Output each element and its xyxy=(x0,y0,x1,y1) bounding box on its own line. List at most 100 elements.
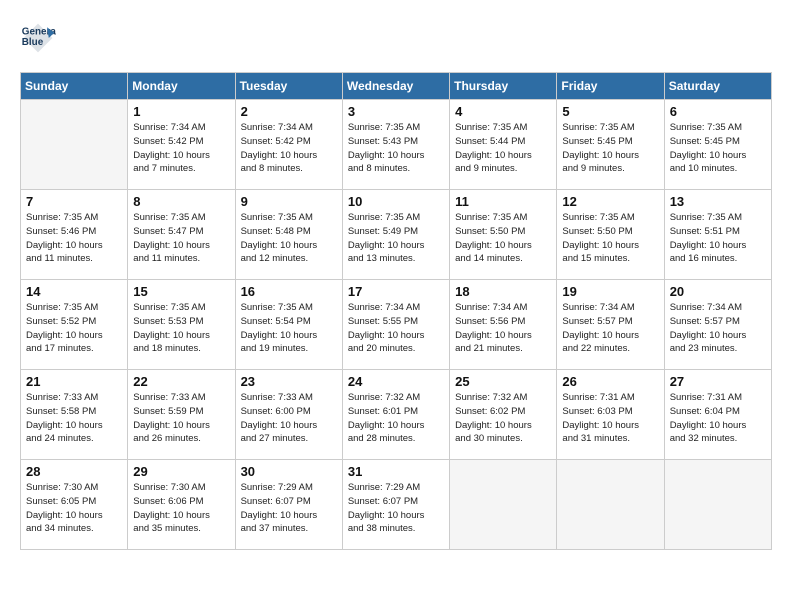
calendar-cell: 17 Sunrise: 7:34 AM Sunset: 5:55 PM Dayli… xyxy=(342,280,449,370)
day-info: Sunrise: 7:33 AM Sunset: 5:58 PM Dayligh… xyxy=(26,391,122,446)
day-number: 24 xyxy=(348,374,444,389)
calendar-cell: 26 Sunrise: 7:31 AM Sunset: 6:03 PM Dayli… xyxy=(557,370,664,460)
day-number: 29 xyxy=(133,464,229,479)
day-info: Sunrise: 7:29 AM Sunset: 6:07 PM Dayligh… xyxy=(348,481,444,536)
calendar-cell: 7 Sunrise: 7:35 AM Sunset: 5:46 PM Daylig… xyxy=(21,190,128,280)
weekday-header: Wednesday xyxy=(342,73,449,100)
calendar-cell: 19 Sunrise: 7:34 AM Sunset: 5:57 PM Dayli… xyxy=(557,280,664,370)
day-info: Sunrise: 7:35 AM Sunset: 5:49 PM Dayligh… xyxy=(348,211,444,266)
calendar-cell: 14 Sunrise: 7:35 AM Sunset: 5:52 PM Dayli… xyxy=(21,280,128,370)
calendar-cell: 11 Sunrise: 7:35 AM Sunset: 5:50 PM Dayli… xyxy=(450,190,557,280)
calendar-cell: 16 Sunrise: 7:35 AM Sunset: 5:54 PM Dayli… xyxy=(235,280,342,370)
day-info: Sunrise: 7:34 AM Sunset: 5:57 PM Dayligh… xyxy=(562,301,658,356)
day-info: Sunrise: 7:35 AM Sunset: 5:50 PM Dayligh… xyxy=(562,211,658,266)
day-info: Sunrise: 7:35 AM Sunset: 5:47 PM Dayligh… xyxy=(133,211,229,266)
day-number: 18 xyxy=(455,284,551,299)
day-info: Sunrise: 7:31 AM Sunset: 6:04 PM Dayligh… xyxy=(670,391,766,446)
calendar-cell: 25 Sunrise: 7:32 AM Sunset: 6:02 PM Dayli… xyxy=(450,370,557,460)
calendar-cell: 12 Sunrise: 7:35 AM Sunset: 5:50 PM Dayli… xyxy=(557,190,664,280)
day-info: Sunrise: 7:32 AM Sunset: 6:02 PM Dayligh… xyxy=(455,391,551,446)
day-info: Sunrise: 7:34 AM Sunset: 5:55 PM Dayligh… xyxy=(348,301,444,356)
day-info: Sunrise: 7:34 AM Sunset: 5:57 PM Dayligh… xyxy=(670,301,766,356)
day-info: Sunrise: 7:34 AM Sunset: 5:56 PM Dayligh… xyxy=(455,301,551,356)
day-info: Sunrise: 7:35 AM Sunset: 5:43 PM Dayligh… xyxy=(348,121,444,176)
day-info: Sunrise: 7:35 AM Sunset: 5:54 PM Dayligh… xyxy=(241,301,337,356)
day-number: 17 xyxy=(348,284,444,299)
day-info: Sunrise: 7:35 AM Sunset: 5:53 PM Dayligh… xyxy=(133,301,229,356)
day-number: 22 xyxy=(133,374,229,389)
calendar-cell: 20Sunrise: 7:34 AM Sunset: 5:57 PM Dayli… xyxy=(664,280,771,370)
calendar-cell xyxy=(664,460,771,550)
day-number: 14 xyxy=(26,284,122,299)
day-info: Sunrise: 7:29 AM Sunset: 6:07 PM Dayligh… xyxy=(241,481,337,536)
day-info: Sunrise: 7:35 AM Sunset: 5:45 PM Dayligh… xyxy=(670,121,766,176)
day-info: Sunrise: 7:35 AM Sunset: 5:45 PM Dayligh… xyxy=(562,121,658,176)
day-info: Sunrise: 7:35 AM Sunset: 5:44 PM Dayligh… xyxy=(455,121,551,176)
calendar-cell: 31Sunrise: 7:29 AM Sunset: 6:07 PM Dayli… xyxy=(342,460,449,550)
weekday-header-row: SundayMondayTuesdayWednesdayThursdayFrid… xyxy=(21,73,772,100)
day-info: Sunrise: 7:31 AM Sunset: 6:03 PM Dayligh… xyxy=(562,391,658,446)
calendar-cell: 9Sunrise: 7:35 AM Sunset: 5:48 PM Daylig… xyxy=(235,190,342,280)
day-info: Sunrise: 7:35 AM Sunset: 5:51 PM Dayligh… xyxy=(670,211,766,266)
day-info: Sunrise: 7:30 AM Sunset: 6:06 PM Dayligh… xyxy=(133,481,229,536)
day-number: 23 xyxy=(241,374,337,389)
calendar-cell: 6Sunrise: 7:35 AM Sunset: 5:45 PM Daylig… xyxy=(664,100,771,190)
calendar-cell: 3 Sunrise: 7:35 AM Sunset: 5:43 PM Daylig… xyxy=(342,100,449,190)
day-number: 21 xyxy=(26,374,122,389)
weekday-header: Thursday xyxy=(450,73,557,100)
calendar-week-row: 14 Sunrise: 7:35 AM Sunset: 5:52 PM Dayli… xyxy=(21,280,772,370)
day-number: 25 xyxy=(455,374,551,389)
day-number: 16 xyxy=(241,284,337,299)
logo-icon: General Blue xyxy=(20,20,56,56)
calendar-week-row: 1 Sunrise: 7:34 AM Sunset: 5:42 PM Daylig… xyxy=(21,100,772,190)
day-number: 15 xyxy=(133,284,229,299)
calendar-week-row: 7 Sunrise: 7:35 AM Sunset: 5:46 PM Daylig… xyxy=(21,190,772,280)
calendar-cell: 1 Sunrise: 7:34 AM Sunset: 5:42 PM Daylig… xyxy=(128,100,235,190)
calendar-cell: 2 Sunrise: 7:34 AM Sunset: 5:42 PM Daylig… xyxy=(235,100,342,190)
day-number: 11 xyxy=(455,194,551,209)
weekday-header: Monday xyxy=(128,73,235,100)
day-info: Sunrise: 7:33 AM Sunset: 6:00 PM Dayligh… xyxy=(241,391,337,446)
day-number: 3 xyxy=(348,104,444,119)
day-number: 2 xyxy=(241,104,337,119)
weekday-header: Friday xyxy=(557,73,664,100)
day-info: Sunrise: 7:34 AM Sunset: 5:42 PM Dayligh… xyxy=(241,121,337,176)
calendar-cell: 8 Sunrise: 7:35 AM Sunset: 5:47 PM Daylig… xyxy=(128,190,235,280)
day-info: Sunrise: 7:35 AM Sunset: 5:52 PM Dayligh… xyxy=(26,301,122,356)
calendar-cell xyxy=(450,460,557,550)
calendar-cell: 24 Sunrise: 7:32 AM Sunset: 6:01 PM Dayli… xyxy=(342,370,449,460)
svg-text:Blue: Blue xyxy=(22,37,44,48)
day-number: 28 xyxy=(26,464,122,479)
calendar-cell: 4 Sunrise: 7:35 AM Sunset: 5:44 PM Daylig… xyxy=(450,100,557,190)
weekday-header: Tuesday xyxy=(235,73,342,100)
day-number: 30 xyxy=(241,464,337,479)
day-info: Sunrise: 7:34 AM Sunset: 5:42 PM Dayligh… xyxy=(133,121,229,176)
calendar-week-row: 21 Sunrise: 7:33 AM Sunset: 5:58 PM Dayli… xyxy=(21,370,772,460)
day-number: 12 xyxy=(562,194,658,209)
calendar-week-row: 28Sunrise: 7:30 AM Sunset: 6:05 PM Dayli… xyxy=(21,460,772,550)
day-number: 4 xyxy=(455,104,551,119)
page-header: General Blue xyxy=(20,20,772,56)
calendar-cell: 13Sunrise: 7:35 AM Sunset: 5:51 PM Dayli… xyxy=(664,190,771,280)
day-info: Sunrise: 7:33 AM Sunset: 5:59 PM Dayligh… xyxy=(133,391,229,446)
day-number: 26 xyxy=(562,374,658,389)
logo: General Blue xyxy=(20,20,62,56)
day-number: 19 xyxy=(562,284,658,299)
day-number: 8 xyxy=(133,194,229,209)
calendar-cell: 28Sunrise: 7:30 AM Sunset: 6:05 PM Dayli… xyxy=(21,460,128,550)
day-info: Sunrise: 7:35 AM Sunset: 5:46 PM Dayligh… xyxy=(26,211,122,266)
day-info: Sunrise: 7:35 AM Sunset: 5:50 PM Dayligh… xyxy=(455,211,551,266)
day-number: 1 xyxy=(133,104,229,119)
calendar-cell: 23 Sunrise: 7:33 AM Sunset: 6:00 PM Dayli… xyxy=(235,370,342,460)
weekday-header: Sunday xyxy=(21,73,128,100)
calendar-cell: 27 Sunrise: 7:31 AM Sunset: 6:04 PM Dayli… xyxy=(664,370,771,460)
calendar-cell: 18 Sunrise: 7:34 AM Sunset: 5:56 PM Dayli… xyxy=(450,280,557,370)
calendar-cell: 22 Sunrise: 7:33 AM Sunset: 5:59 PM Dayli… xyxy=(128,370,235,460)
day-number: 7 xyxy=(26,194,122,209)
calendar-cell: 5 Sunrise: 7:35 AM Sunset: 5:45 PM Daylig… xyxy=(557,100,664,190)
day-info: Sunrise: 7:32 AM Sunset: 6:01 PM Dayligh… xyxy=(348,391,444,446)
calendar-table: SundayMondayTuesdayWednesdayThursdayFrid… xyxy=(20,72,772,550)
day-number: 27 xyxy=(670,374,766,389)
calendar-cell: 21 Sunrise: 7:33 AM Sunset: 5:58 PM Dayli… xyxy=(21,370,128,460)
day-number: 5 xyxy=(562,104,658,119)
